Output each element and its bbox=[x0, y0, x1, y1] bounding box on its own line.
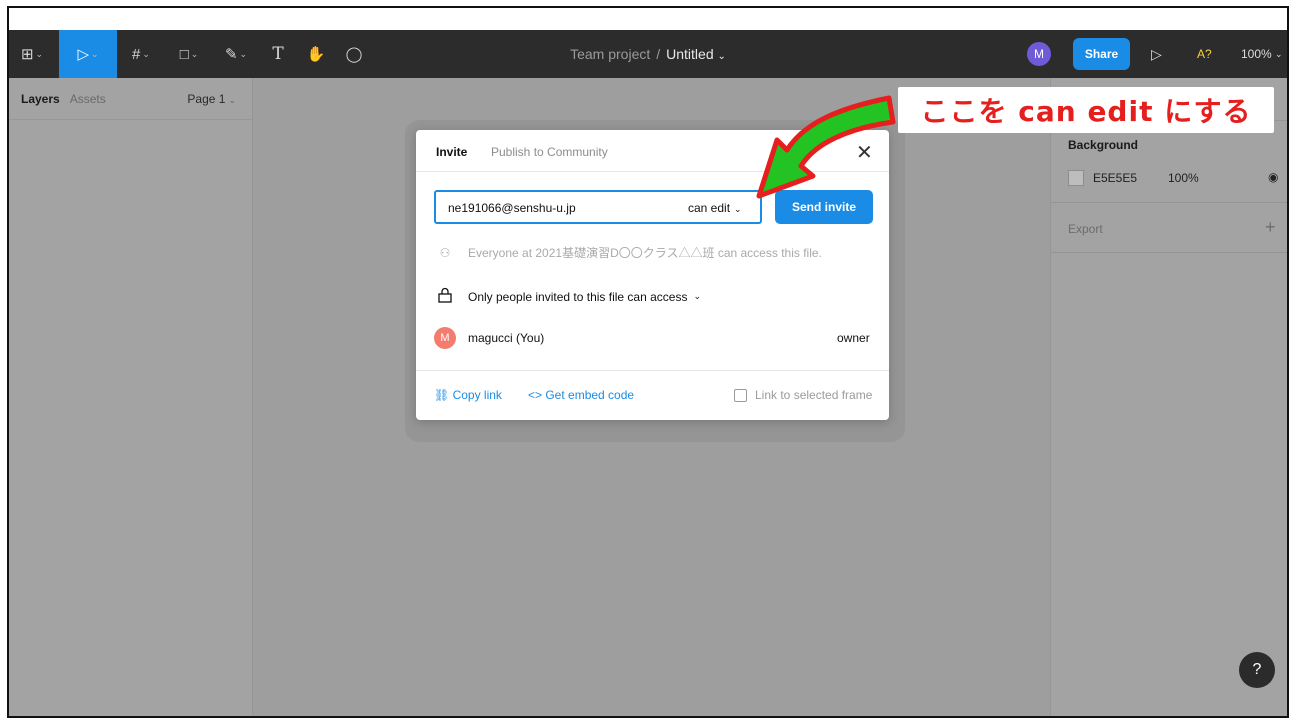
hand-tool-button[interactable]: ✋ bbox=[301, 30, 331, 78]
title-separator: / bbox=[656, 46, 661, 62]
background-color-swatch[interactable] bbox=[1068, 170, 1084, 186]
member-avatar: M bbox=[434, 327, 456, 349]
tab-layers[interactable]: Layers bbox=[21, 92, 60, 106]
chevron-down-icon: ⌄ bbox=[717, 51, 726, 62]
present-icon[interactable]: ▷ bbox=[1151, 30, 1162, 78]
chevron-down-icon: ⌄ bbox=[239, 48, 248, 59]
main-menu-button[interactable]: ⊞ ⌄ bbox=[9, 30, 55, 78]
divider bbox=[1051, 202, 1287, 203]
left-panel: Layers Assets Page 1 ⌄ bbox=[9, 78, 253, 716]
tab-publish-to-community[interactable]: Publish to Community bbox=[491, 145, 608, 159]
background-hex-value[interactable]: E5E5E5 bbox=[1093, 171, 1137, 185]
rectangle-icon: □ bbox=[179, 45, 189, 63]
member-name: magucci (You) bbox=[468, 331, 545, 345]
background-opacity-value[interactable]: 100% bbox=[1168, 171, 1199, 185]
member-row: M magucci (You) bbox=[434, 327, 544, 349]
annotation-text: ここを can edit にする bbox=[920, 95, 1252, 128]
dialog-footer: ⛓ Copy link <> Get embed code Link to se… bbox=[416, 370, 889, 420]
chevron-down-icon: ⌄ bbox=[35, 48, 44, 59]
plus-icon[interactable]: + bbox=[1265, 217, 1276, 238]
member-role: owner bbox=[837, 331, 870, 345]
checkbox-icon[interactable] bbox=[734, 388, 747, 402]
email-value[interactable]: ne191066@senshu-u.jp bbox=[448, 201, 576, 215]
people-icon: ⚇ bbox=[439, 245, 451, 260]
team-access-text: Everyone at 2021基礎演習D〇〇クラス△△班 can access… bbox=[468, 246, 822, 260]
link-to-selected-frame-checkbox[interactable]: Link to selected frame bbox=[734, 388, 872, 402]
lock-icon bbox=[434, 287, 456, 306]
link-access-row[interactable]: Only people invited to this file can acc… bbox=[434, 287, 701, 306]
figma-logo-icon: ⊞ bbox=[20, 46, 34, 63]
cursor-icon: ▷ bbox=[77, 46, 89, 63]
project-name[interactable]: Team project bbox=[570, 46, 650, 62]
pen-icon: ✎ bbox=[224, 46, 238, 63]
chevron-down-icon: ⌄ bbox=[142, 48, 150, 59]
eye-icon[interactable]: ◉ bbox=[1268, 170, 1278, 184]
annotation-arrow-icon bbox=[756, 95, 896, 199]
page-selector[interactable]: Page 1 ⌄ bbox=[187, 92, 236, 106]
chevron-down-icon[interactable]: ⌄ bbox=[693, 291, 701, 302]
user-avatar[interactable]: M bbox=[1027, 42, 1051, 66]
frame-tool-button[interactable]: # ⌄ bbox=[121, 30, 161, 78]
chevron-down-icon: ⌄ bbox=[1275, 48, 1283, 59]
text-tool-button[interactable]: T bbox=[263, 30, 293, 78]
left-panel-header: Layers Assets Page 1 ⌄ bbox=[9, 78, 252, 120]
chevron-down-icon: ⌄ bbox=[190, 48, 199, 59]
team-access-row: ⚇ Everyone at 2021基礎演習D〇〇クラス△△班 can acce… bbox=[434, 244, 822, 261]
comment-icon: ◯ bbox=[345, 46, 363, 63]
chevron-down-icon: ⌄ bbox=[228, 94, 236, 105]
toolbar: ⊞ ⌄ ▷ ⌄ # ⌄ □ ⌄ ✎ ⌄ T ✋ ◯ Team project / Unti… bbox=[9, 30, 1287, 78]
screenshot-frame: ⊞ ⌄ ▷ ⌄ # ⌄ □ ⌄ ✎ ⌄ T ✋ ◯ Team project / Unti… bbox=[7, 6, 1289, 718]
pen-tool-button[interactable]: ✎ ⌄ bbox=[215, 30, 257, 78]
background-section-title: Background bbox=[1068, 138, 1139, 152]
text-icon: T bbox=[272, 44, 284, 64]
hand-icon: ✋ bbox=[306, 46, 326, 63]
move-tool-button[interactable]: ▷ ⌄ bbox=[59, 30, 117, 78]
help-button[interactable]: ? bbox=[1239, 652, 1275, 688]
shape-tool-button[interactable]: □ ⌄ bbox=[169, 30, 209, 78]
link-access-text[interactable]: Only people invited to this file can acc… bbox=[468, 290, 687, 304]
right-panel: Background E5E5E5 100% ◉ Export + bbox=[1050, 78, 1287, 716]
chevron-down-icon: ⌄ bbox=[91, 48, 99, 59]
get-embed-code-button[interactable]: <> Get embed code bbox=[528, 388, 634, 402]
tab-assets[interactable]: Assets bbox=[70, 92, 106, 106]
tab-invite[interactable]: Invite bbox=[436, 145, 467, 159]
file-name[interactable]: Untitled ⌄ bbox=[666, 46, 726, 62]
export-section-title: Export bbox=[1068, 222, 1103, 236]
frame-icon: # bbox=[132, 45, 141, 63]
divider bbox=[1051, 252, 1287, 253]
zoom-menu[interactable]: 100% ⌄ bbox=[1241, 30, 1283, 78]
comment-tool-button[interactable]: ◯ bbox=[339, 30, 369, 78]
copy-link-button[interactable]: ⛓ Copy link bbox=[434, 388, 502, 402]
link-to-selected-frame-label: Link to selected frame bbox=[755, 388, 873, 402]
missing-fonts-badge[interactable]: A? bbox=[1197, 30, 1212, 78]
annotation-callout: ここを can edit にする bbox=[898, 87, 1274, 133]
share-button[interactable]: Share bbox=[1073, 38, 1130, 70]
